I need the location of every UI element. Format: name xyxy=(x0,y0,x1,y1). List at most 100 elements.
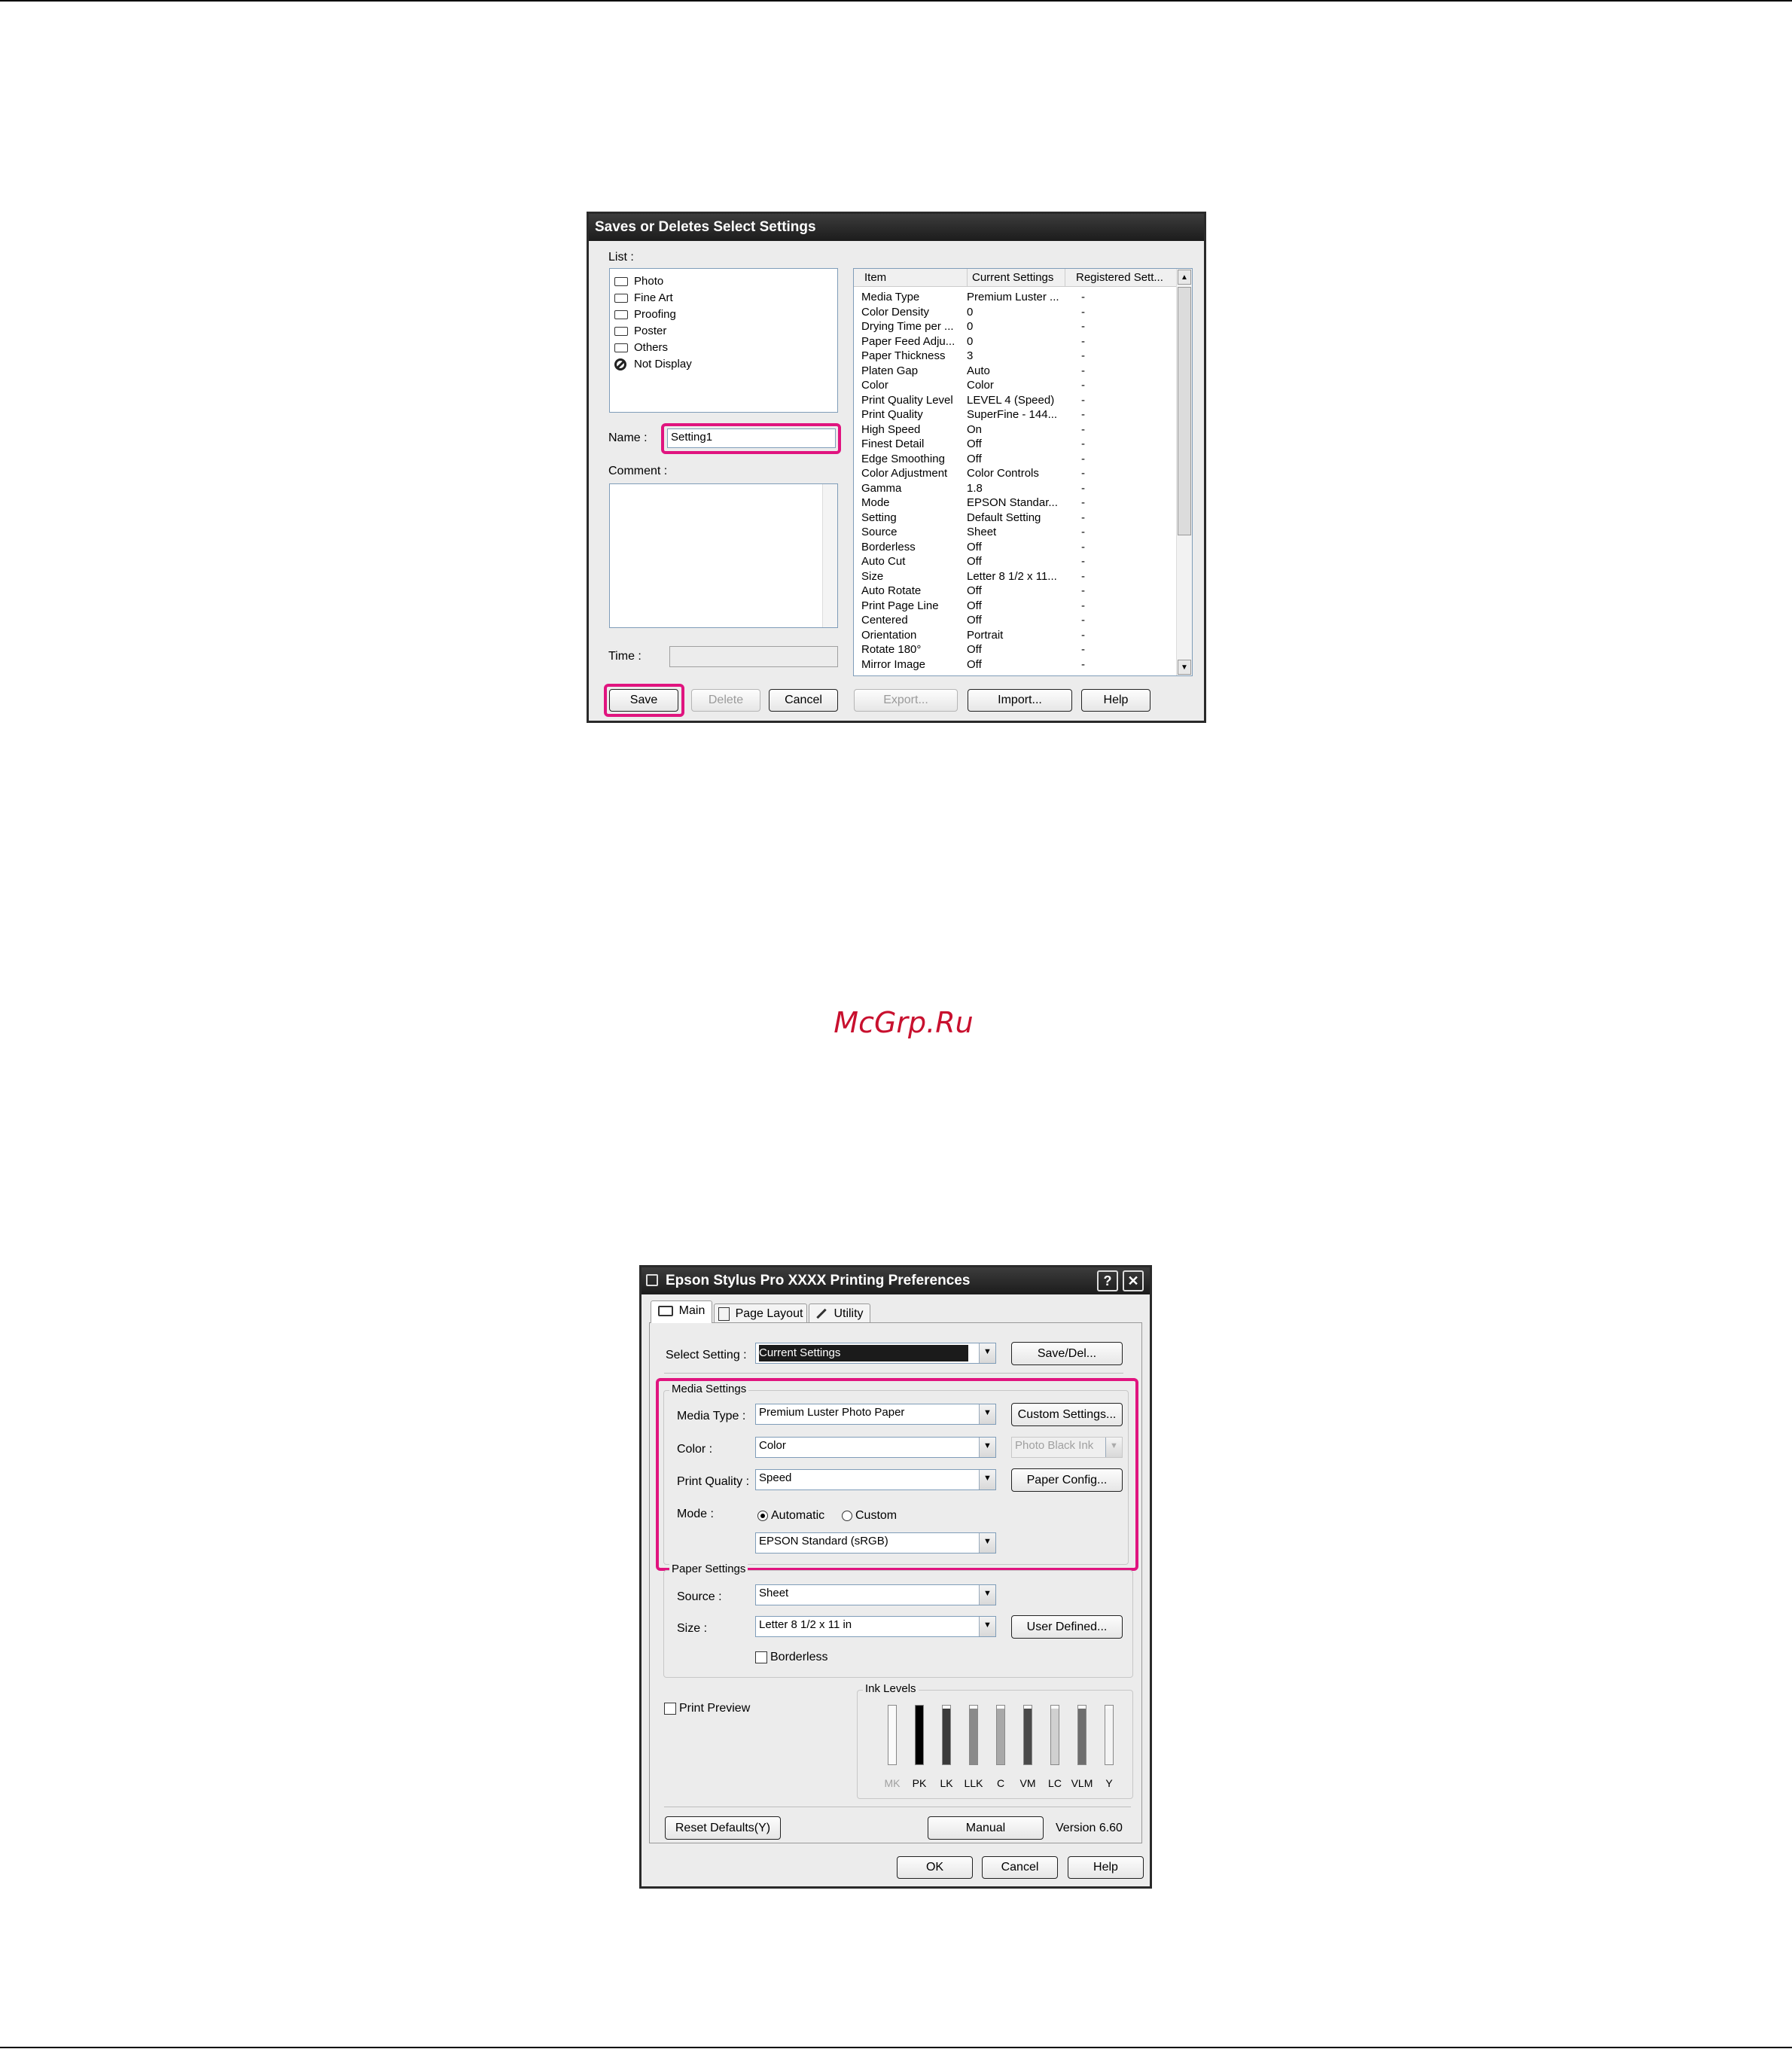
reset-defaults-button[interactable]: Reset Defaults(Y) xyxy=(665,1816,781,1840)
main-tab-icon xyxy=(657,1305,673,1316)
table-row[interactable]: Paper Feed Adju... 0 - xyxy=(861,334,1178,349)
list-item-label: Fine Art xyxy=(634,291,673,304)
table-row[interactable]: Paper Thickness 3 - xyxy=(861,349,1178,364)
tab-main[interactable]: Main xyxy=(651,1300,712,1323)
table-row[interactable]: Auto Rotate Off - xyxy=(861,584,1178,599)
top-rule xyxy=(0,0,1792,2)
ink-bar-vm xyxy=(1023,1705,1032,1765)
header-item[interactable]: Item xyxy=(864,269,962,287)
table-row[interactable]: Size Letter 8 1/2 x 11... - xyxy=(861,569,1178,584)
folder-icon xyxy=(614,310,628,320)
table-row[interactable]: Print Quality Level LEVEL 4 (Speed) - xyxy=(861,393,1178,408)
table-scrollbar[interactable]: ▲ ▼ xyxy=(1176,269,1192,675)
table-cell-item: Mode xyxy=(861,496,890,509)
table-cell-registered: - xyxy=(1081,657,1085,671)
table-row[interactable]: Edge Smoothing Off - xyxy=(861,452,1178,467)
table-cell-item: Source xyxy=(861,526,898,538)
save-del-label: Save/Del... xyxy=(1037,1347,1097,1360)
settings-list[interactable]: Photo Fine Art Proofing Poster Others Not Dis… xyxy=(609,268,838,413)
source-dropdown[interactable]: Sheet ▼ xyxy=(755,1584,996,1605)
table-cell-item: Print Quality Level xyxy=(861,393,953,407)
table-row[interactable]: Color Density 0 - xyxy=(861,305,1178,320)
table-cell-current: Off xyxy=(967,452,982,465)
table-cell-registered: - xyxy=(1081,349,1085,362)
scroll-down-arrow-icon[interactable]: ▼ xyxy=(1178,660,1191,675)
table-row[interactable]: Centered Off - xyxy=(861,613,1178,628)
table-row[interactable]: Setting Default Setting - xyxy=(861,511,1178,526)
dialog-title: Saves or Deletes Select Settings xyxy=(589,214,1204,241)
table-row[interactable]: Media Type Premium Luster ... - xyxy=(861,290,1178,305)
header-registered[interactable]: Registered Sett... xyxy=(1065,269,1178,287)
table-row[interactable]: Auto Cut Off - xyxy=(861,554,1178,569)
table-cell-registered: - xyxy=(1081,408,1085,421)
tab-page-layout[interactable]: Page Layout xyxy=(714,1303,807,1323)
help-button[interactable]: Help xyxy=(1081,689,1150,712)
list-item[interactable]: Fine Art xyxy=(614,290,673,306)
close-title-button[interactable]: ✕ xyxy=(1123,1270,1144,1291)
comment-textarea[interactable] xyxy=(609,483,838,628)
table-row[interactable]: Finest Detail Off - xyxy=(861,437,1178,452)
list-item[interactable]: Poster xyxy=(614,323,666,340)
tab-utility[interactable]: Utility xyxy=(809,1303,870,1323)
borderless-checkbox[interactable]: Borderless xyxy=(755,1650,827,1665)
table-cell-registered: - xyxy=(1081,569,1085,583)
ink-fill xyxy=(997,1708,1004,1764)
scroll-thumb[interactable] xyxy=(1178,287,1191,535)
manual-button[interactable]: Manual xyxy=(928,1816,1044,1840)
table-row[interactable]: Source Sheet - xyxy=(861,525,1178,540)
table-row[interactable]: Mirror Image Off - xyxy=(861,657,1178,672)
print-preview-checkbox[interactable]: Print Preview xyxy=(664,1701,750,1716)
checkbox-icon xyxy=(664,1702,676,1715)
list-item[interactable]: Proofing xyxy=(614,306,676,323)
version-label: Version 6.60 xyxy=(1056,1822,1123,1834)
list-item-label: Photo xyxy=(634,275,664,288)
import-button[interactable]: Import... xyxy=(968,689,1072,712)
user-defined-button[interactable]: User Defined... xyxy=(1011,1615,1123,1639)
table-row[interactable]: Print Page Line Off - xyxy=(861,599,1178,614)
divider xyxy=(664,1373,1123,1374)
table-row[interactable]: Drying Time per ... 0 - xyxy=(861,319,1178,334)
export-button[interactable]: Export... xyxy=(854,689,958,712)
folder-icon xyxy=(614,343,628,353)
list-item[interactable]: Not Display xyxy=(614,356,692,373)
table-row[interactable]: Mode EPSON Standar... - xyxy=(861,495,1178,511)
ink-levels-title: Ink Levels xyxy=(863,1682,919,1696)
size-dropdown[interactable]: Letter 8 1/2 x 11 in ▼ xyxy=(755,1616,996,1637)
table-row[interactable]: Color Adjustment Color Controls - xyxy=(861,466,1178,481)
table-row[interactable]: Color Color - xyxy=(861,378,1178,393)
list-item[interactable]: Others xyxy=(614,340,668,356)
bottom-rule xyxy=(0,2047,1792,2048)
table-cell-current: Off xyxy=(967,555,982,568)
save-del-button[interactable]: Save/Del... xyxy=(1011,1342,1123,1365)
table-row[interactable]: Borderless Off - xyxy=(861,540,1178,555)
cancel-button[interactable]: Cancel xyxy=(769,689,838,712)
list-item[interactable]: Photo xyxy=(614,273,663,290)
table-row[interactable]: High Speed On - xyxy=(861,422,1178,438)
header-current[interactable]: Current Settings xyxy=(967,269,1065,287)
scroll-up-arrow-icon[interactable]: ▲ xyxy=(1178,270,1191,285)
folder-icon xyxy=(614,327,628,337)
help-title-button[interactable]: ? xyxy=(1097,1270,1118,1291)
delete-button[interactable]: Delete xyxy=(691,689,760,712)
table-cell-item: Color xyxy=(861,379,888,392)
table-row[interactable]: Print Quality SuperFine - 144... - xyxy=(861,407,1178,422)
comment-scrollbar[interactable] xyxy=(822,484,837,627)
help-button[interactable]: Help xyxy=(1068,1856,1144,1879)
ink-bar-lc xyxy=(1050,1705,1059,1765)
table-cell-current: EPSON Standar... xyxy=(967,496,1058,509)
folder-icon xyxy=(614,294,628,303)
table-cell-item: Orientation xyxy=(861,628,917,642)
table-cell-current: Off xyxy=(967,584,982,597)
time-field xyxy=(669,646,838,667)
ok-button[interactable]: OK xyxy=(897,1856,973,1879)
table-row[interactable]: Orientation Portrait - xyxy=(861,628,1178,643)
ink-label: LK xyxy=(940,1777,953,1789)
table-row[interactable]: Rotate 180° Off - xyxy=(861,642,1178,657)
cancel-button[interactable]: Cancel xyxy=(982,1856,1058,1879)
table-row[interactable]: Platen Gap Auto - xyxy=(861,364,1178,379)
source-label: Source : xyxy=(677,1590,722,1603)
table-row[interactable]: Gamma 1.8 - xyxy=(861,481,1178,496)
name-highlight xyxy=(661,423,841,454)
list-item-label: Proofing xyxy=(634,308,676,321)
select-setting-dropdown[interactable]: Current Settings ▼ xyxy=(755,1343,996,1364)
